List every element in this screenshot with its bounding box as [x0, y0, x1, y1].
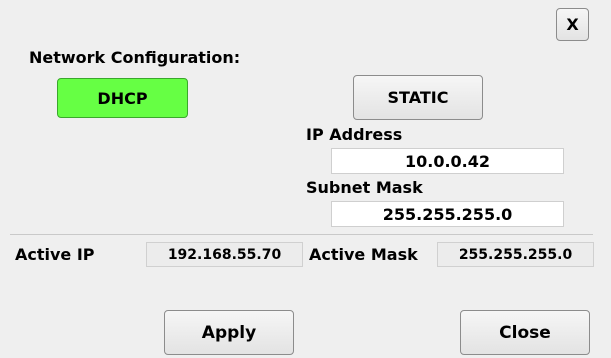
active-mask-value-box: 255.255.255.0 — [437, 242, 594, 267]
active-ip-value: 192.168.55.70 — [167, 246, 282, 263]
network-configuration-title: Network Configuration: — [29, 48, 241, 67]
close-button-label: Close — [499, 322, 551, 343]
close-icon: X — [566, 15, 579, 34]
close-button[interactable]: Close — [460, 310, 590, 355]
ip-address-label: IP Address — [306, 125, 403, 144]
active-mask-value: 255.255.255.0 — [458, 246, 573, 263]
active-ip-value-box: 192.168.55.70 — [146, 242, 303, 267]
close-x-button[interactable]: X — [556, 8, 589, 41]
static-button-label: STATIC — [387, 88, 449, 107]
dhcp-button-label: DHCP — [97, 88, 148, 108]
section-divider — [10, 234, 593, 235]
dhcp-button[interactable]: DHCP — [57, 78, 188, 118]
apply-button-label: Apply — [201, 322, 257, 343]
static-button[interactable]: STATIC — [353, 75, 483, 120]
ip-address-value: 10.0.0.42 — [404, 151, 491, 171]
subnet-mask-value: 255.255.255.0 — [382, 204, 513, 224]
subnet-mask-label: Subnet Mask — [306, 178, 423, 197]
active-ip-label: Active IP — [15, 245, 95, 264]
apply-button[interactable]: Apply — [164, 310, 294, 355]
ip-address-field[interactable]: 10.0.0.42 — [331, 148, 564, 174]
subnet-mask-field[interactable]: 255.255.255.0 — [331, 201, 564, 227]
active-mask-label: Active Mask — [309, 245, 418, 264]
